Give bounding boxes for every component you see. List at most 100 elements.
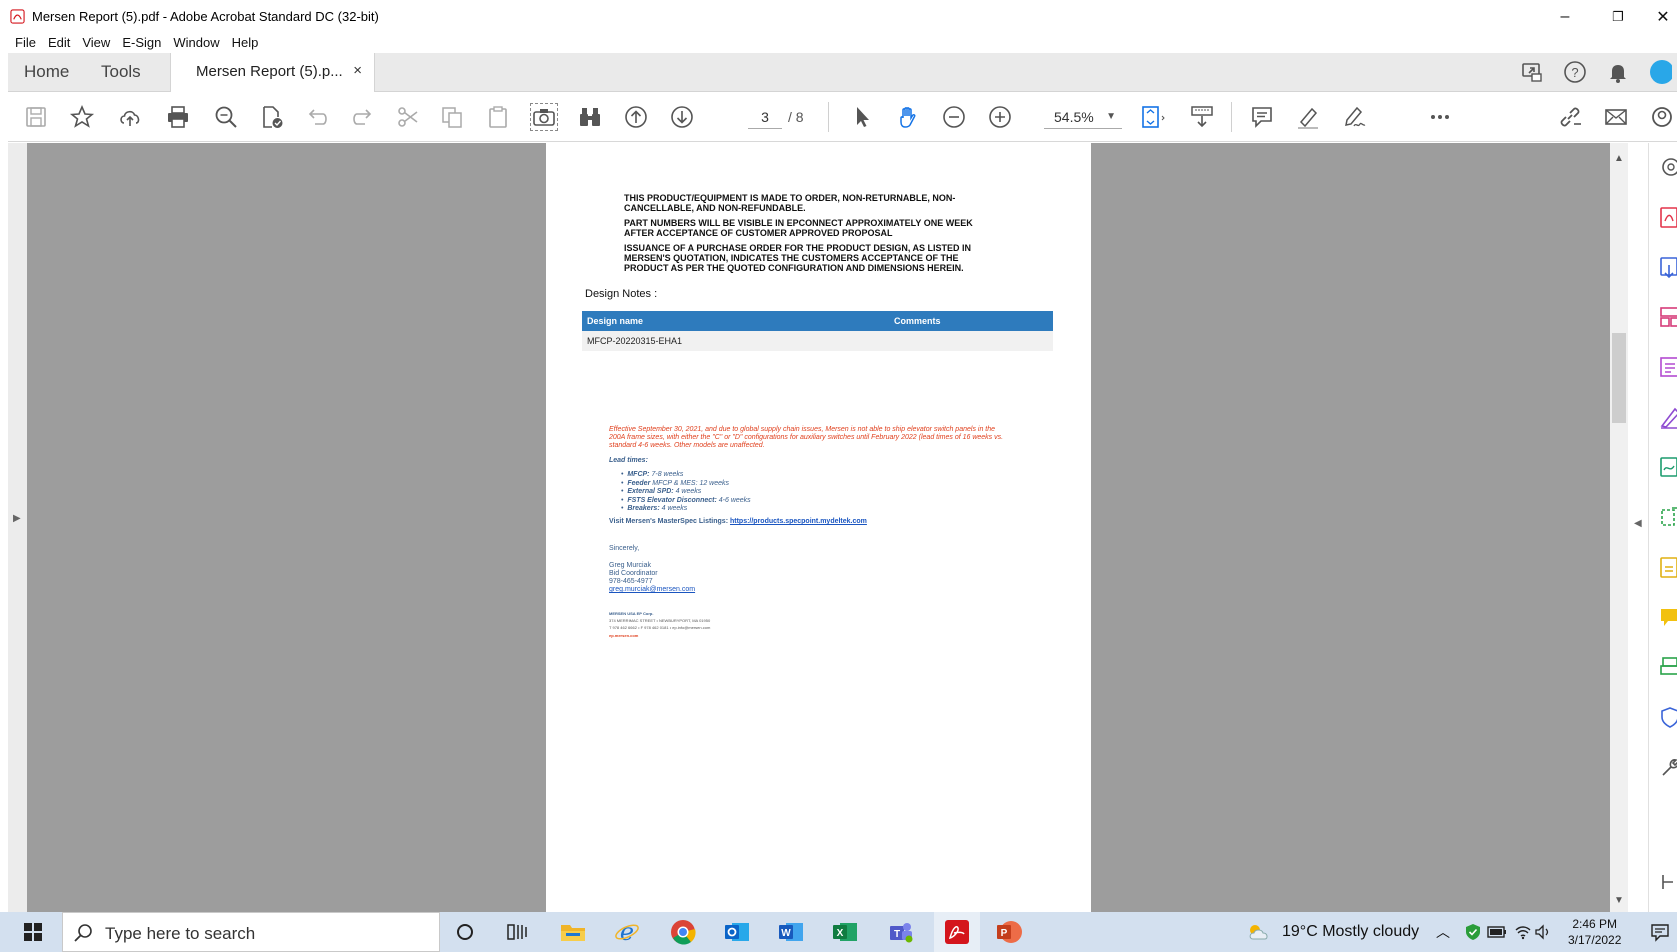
snapshot-camera-icon[interactable]	[530, 103, 558, 131]
zoom-out-icon[interactable]	[940, 103, 968, 131]
cortana-icon[interactable]	[450, 917, 480, 947]
start-windows-icon[interactable]	[18, 917, 48, 947]
scroll-down-icon[interactable]: ▼	[1614, 895, 1624, 906]
close-window-button[interactable]: ✕	[1640, 0, 1677, 33]
excel-icon[interactable]: X	[830, 917, 860, 947]
notification-center-icon[interactable]	[1645, 917, 1675, 947]
menu-esign[interactable]: E-Sign	[116, 33, 167, 53]
paste-clipboard-icon[interactable]	[484, 103, 512, 131]
hand-tool-icon[interactable]	[894, 103, 922, 131]
lead-time-value: 4 weeks	[675, 488, 702, 496]
notice-non-returnable: THIS PRODUCT/EQUIPMENT IS MADE TO ORDER,…	[624, 193, 956, 213]
fill-sign-icon[interactable]	[1659, 405, 1677, 429]
footer-web: ep.mersen.com	[609, 633, 639, 638]
notifications-bell-icon[interactable]	[1606, 60, 1630, 84]
left-panel-collapsed[interactable]: ▶	[8, 143, 27, 912]
weather-text[interactable]: 19°C Mostly cloudy	[1282, 923, 1419, 941]
highlight-pen-icon[interactable]	[1294, 103, 1322, 131]
close-tab-icon[interactable]: ×	[353, 62, 362, 79]
edit-pdf-icon[interactable]	[1659, 355, 1677, 379]
upload-cloud-icon[interactable]	[116, 103, 144, 131]
menu-file[interactable]: File	[0, 33, 42, 53]
comment-tool-icon[interactable]	[1659, 605, 1677, 629]
expand-left-panel-icon[interactable]: ▶	[13, 513, 21, 524]
word-icon[interactable]: W	[776, 917, 806, 947]
internet-explorer-icon[interactable]: e	[612, 917, 642, 947]
account-user-icon[interactable]	[1648, 103, 1676, 131]
menu-edit[interactable]: Edit	[42, 33, 76, 53]
supply-chain-notice: Effective September 30, 2021, and due to…	[609, 426, 1004, 449]
menu-help[interactable]: Help	[226, 33, 265, 53]
scan-ocr-icon[interactable]	[1659, 655, 1677, 679]
tab-home[interactable]: Home	[24, 53, 69, 91]
menu-view[interactable]: View	[76, 33, 116, 53]
select-cursor-icon[interactable]	[848, 103, 876, 131]
volume-speaker-icon[interactable]	[1528, 917, 1558, 947]
previous-page-icon[interactable]	[622, 103, 650, 131]
right-panel-toggle[interactable]: ◀	[1628, 143, 1648, 912]
svg-text:?: ?	[1571, 65, 1578, 80]
minimize-button[interactable]: –	[1542, 0, 1588, 33]
column-header-comments: Comments	[894, 316, 941, 326]
menu-window[interactable]: Window	[167, 33, 225, 53]
task-view-icon[interactable]	[502, 917, 532, 947]
comment-icon[interactable]	[1248, 103, 1276, 131]
lead-time-label: MFCP:	[627, 471, 650, 478]
tab-document[interactable]: Mersen Report (5).p... ×	[170, 53, 375, 92]
export-pdf-icon[interactable]	[1659, 255, 1677, 279]
scrolling-mode-icon[interactable]	[1188, 103, 1216, 131]
vertical-scrollbar[interactable]: ▲ ▼	[1610, 143, 1628, 912]
protect-shield-icon[interactable]	[1659, 705, 1677, 729]
masterspec-link[interactable]: https://products.specpoint.mydeltek.com	[730, 518, 867, 525]
chrome-icon[interactable]	[668, 917, 698, 947]
email-envelope-icon[interactable]	[1602, 103, 1630, 131]
share-screen-icon[interactable]	[1520, 60, 1544, 84]
acrobat-app-icon	[10, 9, 25, 24]
scroll-up-icon[interactable]: ▲	[1614, 153, 1624, 164]
taskbar-search-box[interactable]: Type here to search	[62, 912, 440, 952]
save-icon[interactable]	[22, 103, 50, 131]
lead-time-value: 7-8 weeks	[651, 471, 684, 478]
teams-icon[interactable]: T	[886, 917, 916, 947]
weather-cloud-icon[interactable]	[1244, 917, 1274, 947]
redo-icon[interactable]	[348, 103, 376, 131]
next-page-icon[interactable]	[668, 103, 696, 131]
powerpoint-icon[interactable]: P	[994, 917, 1024, 947]
share-link-icon[interactable]	[1556, 103, 1584, 131]
signature-email-link[interactable]: greg.murciak@mersen.com	[609, 586, 695, 594]
zoom-level-select[interactable]: 54.5% ▼	[1044, 105, 1122, 129]
more-tools-wrench-icon[interactable]	[1659, 755, 1677, 779]
organize-pages-icon[interactable]	[1659, 305, 1677, 329]
lead-time-label: FSTS Elevator Disconnect:	[627, 496, 717, 504]
account-avatar-icon[interactable]	[1648, 60, 1672, 84]
compress-pdf-icon[interactable]	[1659, 555, 1677, 579]
combine-files-icon[interactable]	[1659, 505, 1677, 529]
print-icon[interactable]	[164, 103, 192, 131]
find-binoculars-icon[interactable]	[576, 103, 604, 131]
help-icon[interactable]: ?	[1563, 60, 1587, 84]
copy-icon[interactable]	[438, 103, 466, 131]
accessibility-check-icon[interactable]	[258, 103, 286, 131]
fit-page-icon[interactable]	[1138, 103, 1166, 131]
page-number-input[interactable]: 3	[748, 105, 782, 129]
zoom-search-icon[interactable]	[212, 103, 240, 131]
tab-tools[interactable]: Tools	[101, 53, 141, 91]
file-explorer-icon[interactable]	[558, 917, 588, 947]
outlook-icon[interactable]	[722, 917, 752, 947]
undo-icon[interactable]	[304, 103, 332, 131]
collapse-right-panel-icon[interactable]: ◀	[1634, 518, 1642, 529]
chevron-up-icon[interactable]: ︿	[1436, 922, 1450, 942]
search-tools-icon[interactable]	[1659, 155, 1677, 179]
more-tools-icon[interactable]	[1426, 103, 1454, 131]
restore-button[interactable]: ❐	[1595, 0, 1641, 33]
request-signature-icon[interactable]	[1659, 455, 1677, 479]
acrobat-taskbar-icon[interactable]	[942, 917, 972, 947]
cut-scissors-icon[interactable]	[394, 103, 422, 131]
zoom-in-icon[interactable]	[986, 103, 1014, 131]
bookmark-star-icon[interactable]	[68, 103, 96, 131]
sign-pen-icon[interactable]	[1340, 103, 1368, 131]
system-clock[interactable]: 2:46 PM 3/17/2022	[1568, 916, 1621, 948]
scrollbar-thumb[interactable]	[1612, 333, 1626, 423]
collapse-tools-icon[interactable]	[1659, 870, 1677, 894]
create-pdf-icon[interactable]	[1659, 205, 1677, 229]
